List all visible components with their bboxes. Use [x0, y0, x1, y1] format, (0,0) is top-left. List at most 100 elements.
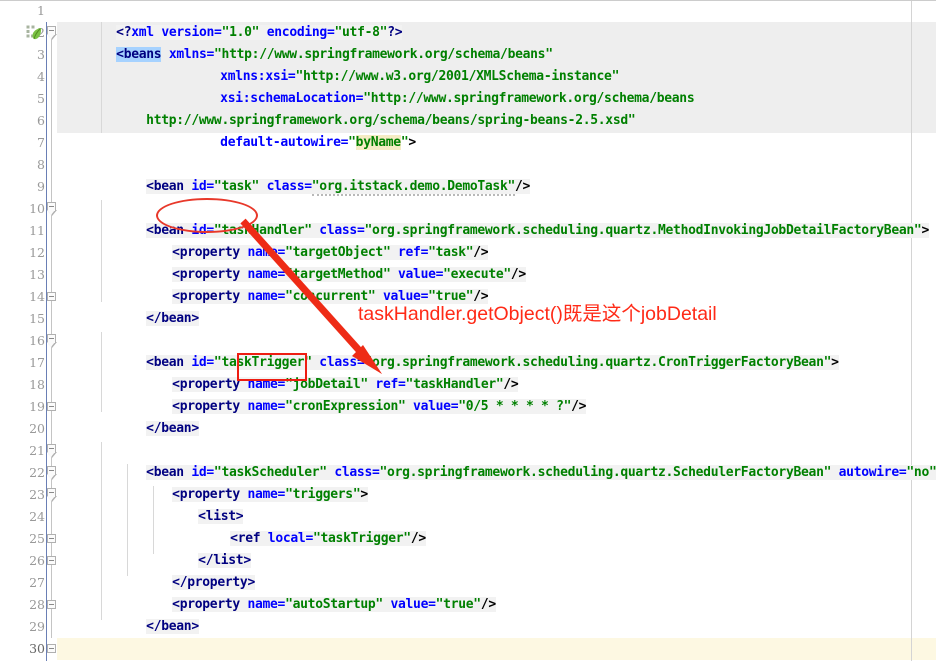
- line-number: 23: [29, 487, 45, 502]
- tok-selfclose: />: [510, 267, 526, 282]
- line-number: 4: [37, 69, 45, 84]
- tok-selfclose: />: [571, 399, 587, 414]
- line-number: 29: [29, 619, 45, 634]
- fold-toggle-line-14[interactable]: [47, 292, 56, 301]
- tok-attr-name: name=: [239, 289, 286, 304]
- tok-attr-id: id=: [183, 179, 214, 194]
- tok-bean-close: </bean>: [146, 311, 199, 326]
- tok-bean-close: </bean>: [146, 619, 199, 634]
- code-line-18[interactable]: <property name="cronExpression" value="0…: [127, 374, 586, 414]
- code-line-6[interactable]: default-autowire="byName">: [175, 110, 416, 150]
- code-line-19[interactable]: </bean>: [101, 396, 199, 436]
- editor-gutter[interactable]: 1 2 3 4 5 6 7 8 9 10 11 12 13 14 15 16 1…: [0, 0, 57, 661]
- annotation-box-jobdetail: [237, 353, 307, 381]
- fold-toggle-line-19[interactable]: [47, 402, 56, 411]
- tok-attr-name: name=: [239, 399, 286, 414]
- fold-toggle-line-30[interactable]: [47, 644, 56, 653]
- tok-gt: >: [921, 223, 929, 238]
- line-number-current: 30: [29, 641, 45, 656]
- fold-toggle-line-10[interactable]: [46, 202, 57, 216]
- code-line-13[interactable]: <property name="concurrent" value="true"…: [127, 264, 489, 304]
- line-number: 10: [29, 201, 45, 216]
- code-line-2[interactable]: <beans xmlns="http://www.springframework…: [71, 22, 553, 62]
- annotation-ellipse-taskhandler: [156, 198, 258, 233]
- code-line-8[interactable]: <bean id="task" class="org.itstack.demo.…: [101, 154, 530, 196]
- fold-toggle-line-2[interactable]: [46, 26, 57, 40]
- tok-val-cron: "0/5 * * * * ?": [458, 399, 572, 414]
- tok-val-autostartup: "autoStartup": [285, 597, 383, 612]
- code-line-30[interactable]: </beans>: [71, 638, 176, 660]
- code-line-25[interactable]: </list>: [153, 528, 251, 568]
- line-number: 11: [29, 223, 45, 238]
- tok-gt: >: [408, 135, 416, 150]
- line-number: 24: [29, 509, 45, 524]
- line-number-column: 1 2 3 4 5 6 7 8 9 10 11 12 13 14 15 16 1…: [0, 0, 45, 661]
- code-line-5[interactable]: http://www.springframework.org/schema/be…: [101, 88, 636, 128]
- tok-val-demotask-class: "org.itstack.demo.DemoTask": [311, 179, 516, 196]
- line-number: 27: [29, 575, 45, 590]
- line-number: 22: [29, 465, 45, 480]
- line-number: 16: [29, 333, 45, 348]
- tok-selfclose: />: [410, 531, 426, 546]
- line-number: 5: [37, 91, 45, 106]
- tok-attr-value: value=: [405, 399, 459, 414]
- tok-bean-open: <bean: [146, 179, 184, 194]
- fold-toggle-line-22[interactable]: [46, 466, 57, 480]
- line-number: 21: [29, 443, 45, 458]
- code-line-3[interactable]: xmlns:xsi="http://www.w3.org/2001/XMLSch…: [175, 44, 619, 84]
- tok-gt: >: [360, 487, 368, 502]
- line-number: 20: [29, 421, 45, 436]
- code-editor-area[interactable]: <?xml version="1.0" encoding="utf-8"?> <…: [57, 0, 936, 661]
- fold-toggle-line-23[interactable]: [46, 488, 57, 502]
- fold-column[interactable]: [46, 0, 57, 661]
- tok-attr-name: name=: [239, 597, 286, 612]
- code-line-17[interactable]: <property name="jobDetail" ref="taskHand…: [127, 352, 519, 392]
- tok-attr-autowire: autowire=: [831, 465, 907, 480]
- line-number: 28: [29, 597, 45, 612]
- tok-attr-class: class=: [259, 179, 312, 194]
- tok-bean-close: </bean>: [146, 421, 199, 436]
- code-line-26[interactable]: </property>: [127, 550, 255, 590]
- fold-toggle-line-16[interactable]: [46, 334, 57, 348]
- line-number: 7: [37, 135, 45, 150]
- line-number: 14: [29, 289, 45, 304]
- line-number: 25: [29, 531, 45, 546]
- window-top-border: [0, 0, 936, 1]
- code-line-12[interactable]: <property name="targetMethod" value="exe…: [127, 242, 526, 282]
- fold-toggle-line-28[interactable]: [47, 600, 56, 609]
- code-line-28[interactable]: </bean>: [101, 594, 199, 634]
- tok-val-schedulerfactory-class: "org.springframework.scheduling.quartz.S…: [379, 465, 832, 480]
- code-line-21[interactable]: <bean id="taskScheduler" class="org.spri…: [101, 440, 936, 480]
- line-number: 17: [29, 355, 45, 370]
- right-margin-guide: [911, 0, 912, 661]
- line-number: 6: [37, 113, 45, 128]
- tok-attr-local: local=: [260, 531, 313, 546]
- current-line-highlight: [57, 638, 936, 660]
- line-number: 18: [29, 377, 45, 392]
- line-number: 12: [29, 245, 45, 260]
- fold-toggle-line-21[interactable]: [46, 444, 57, 458]
- tok-selfclose: />: [480, 597, 496, 612]
- tok-val-tasktrigger-ref: "taskTrigger": [312, 531, 411, 546]
- code-line-23[interactable]: <list>: [153, 484, 244, 524]
- tok-val-byname-highlighted: byName: [355, 135, 401, 150]
- code-line-27[interactable]: <property name="autoStartup" value="true…: [127, 572, 496, 612]
- code-line-4[interactable]: xsi:schemaLocation="http://www.springfra…: [175, 66, 695, 106]
- fold-toggle-line-25[interactable]: [47, 534, 56, 543]
- tok-gt: >: [831, 355, 839, 370]
- code-line-14[interactable]: </bean>: [101, 286, 199, 326]
- code-line-22[interactable]: <property name="triggers">: [127, 462, 368, 502]
- tok-val-task: "task": [213, 179, 260, 194]
- line-number: 19: [29, 399, 45, 414]
- tok-val-cronexpression: "cronExpression": [285, 399, 406, 414]
- tok-selfclose: />: [515, 179, 531, 194]
- tok-attr-default-autowire: default-autowire=: [220, 135, 349, 150]
- spring-bean-leaf-icon[interactable]: [26, 25, 42, 41]
- code-line-24[interactable]: <ref local="taskTrigger"/>: [185, 506, 426, 546]
- line-number: 3: [37, 47, 45, 62]
- code-line-16[interactable]: <bean id="taskTrigger" class="org.spring…: [101, 330, 839, 370]
- code-line-1[interactable]: <?xml version="1.0" encoding="utf-8"?>: [71, 0, 403, 40]
- tok-val-no: "no": [906, 465, 936, 480]
- tok-attr-name: name=: [239, 487, 286, 502]
- fold-toggle-line-26[interactable]: [47, 556, 56, 565]
